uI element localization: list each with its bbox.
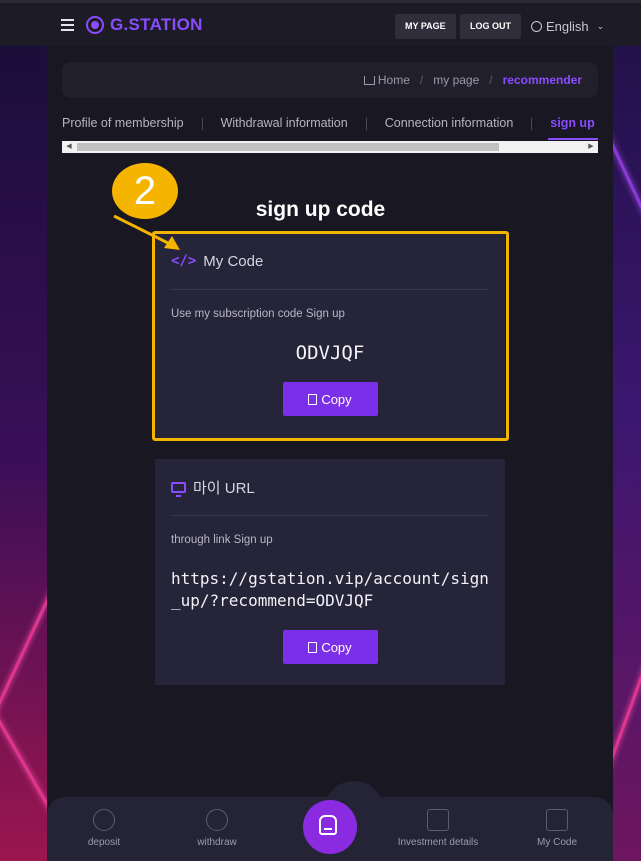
nav-withdraw[interactable]: withdraw xyxy=(172,809,262,848)
monitor-icon xyxy=(171,481,186,497)
language-label: English xyxy=(546,19,589,34)
annotation-highlight-box xyxy=(152,231,509,441)
home-icon xyxy=(363,76,375,85)
breadcrumb-home[interactable]: Home xyxy=(363,73,410,87)
scroll-right-arrow-icon[interactable]: ▶ xyxy=(584,141,598,153)
nav-home-button[interactable] xyxy=(303,800,357,854)
coin-icon xyxy=(93,809,115,831)
tab-bar: Profile of membership Withdrawal informat… xyxy=(62,116,598,136)
breadcrumb-separator: / xyxy=(489,73,493,87)
tab-profile-of-membership[interactable]: Profile of membership xyxy=(62,116,184,130)
breadcrumb-my-page[interactable]: my page xyxy=(433,73,479,87)
my-url-description: through link Sign up xyxy=(171,534,273,546)
chart-line-icon xyxy=(546,809,568,831)
nav-investment-details[interactable]: Investment details xyxy=(393,809,483,848)
nav-deposit[interactable]: deposit xyxy=(59,809,149,848)
breadcrumb-separator: / xyxy=(419,73,424,87)
horizontal-scrollbar[interactable]: ◀ ▶ xyxy=(62,141,598,153)
tab-sign-up-code[interactable]: sign up code xyxy=(550,116,598,130)
hamburger-menu-icon[interactable] xyxy=(61,19,74,31)
copy-url-button[interactable]: Copy xyxy=(282,630,378,664)
page-title: sign up code xyxy=(255,198,386,221)
my-url-card: 마이 URL through link Sign up https://gsta… xyxy=(155,459,505,685)
breadcrumb-current: recommender xyxy=(502,73,582,87)
logo-mark-icon xyxy=(86,16,104,34)
receipt-icon xyxy=(427,809,449,831)
annotation-arrow-icon xyxy=(113,214,180,250)
hand-coin-icon xyxy=(206,809,228,831)
chevron-down-icon: ⌄ xyxy=(596,21,605,31)
top-header: G.STATION MY PAGE LOG OUT English ⌄ xyxy=(0,0,641,46)
my-page-button[interactable]: MY PAGE xyxy=(395,14,456,39)
nav-my-code[interactable]: My Code xyxy=(512,809,602,848)
referral-url: https://gstation.vip/account/sign_up/?re… xyxy=(171,569,489,610)
active-tab-indicator xyxy=(548,138,598,140)
my-url-title: 마이 URL xyxy=(193,479,255,497)
log-out-button[interactable]: LOG OUT xyxy=(460,14,521,39)
logo[interactable]: G.STATION xyxy=(86,15,203,35)
scroll-left-arrow-icon[interactable]: ◀ xyxy=(62,141,76,153)
home-icon xyxy=(319,815,337,835)
tab-withdrawal-information[interactable]: Withdrawal information xyxy=(221,116,348,130)
breadcrumb: Home / my page / recommender xyxy=(62,62,598,98)
tab-connection-information[interactable]: Connection information xyxy=(385,116,514,130)
step-number-badge: 2 xyxy=(112,163,178,219)
logo-text: G.STATION xyxy=(110,15,203,34)
scrollbar-thumb[interactable] xyxy=(77,143,499,151)
language-selector[interactable]: English ⌄ xyxy=(531,19,604,34)
copy-icon xyxy=(308,641,318,653)
globe-icon xyxy=(531,21,542,32)
